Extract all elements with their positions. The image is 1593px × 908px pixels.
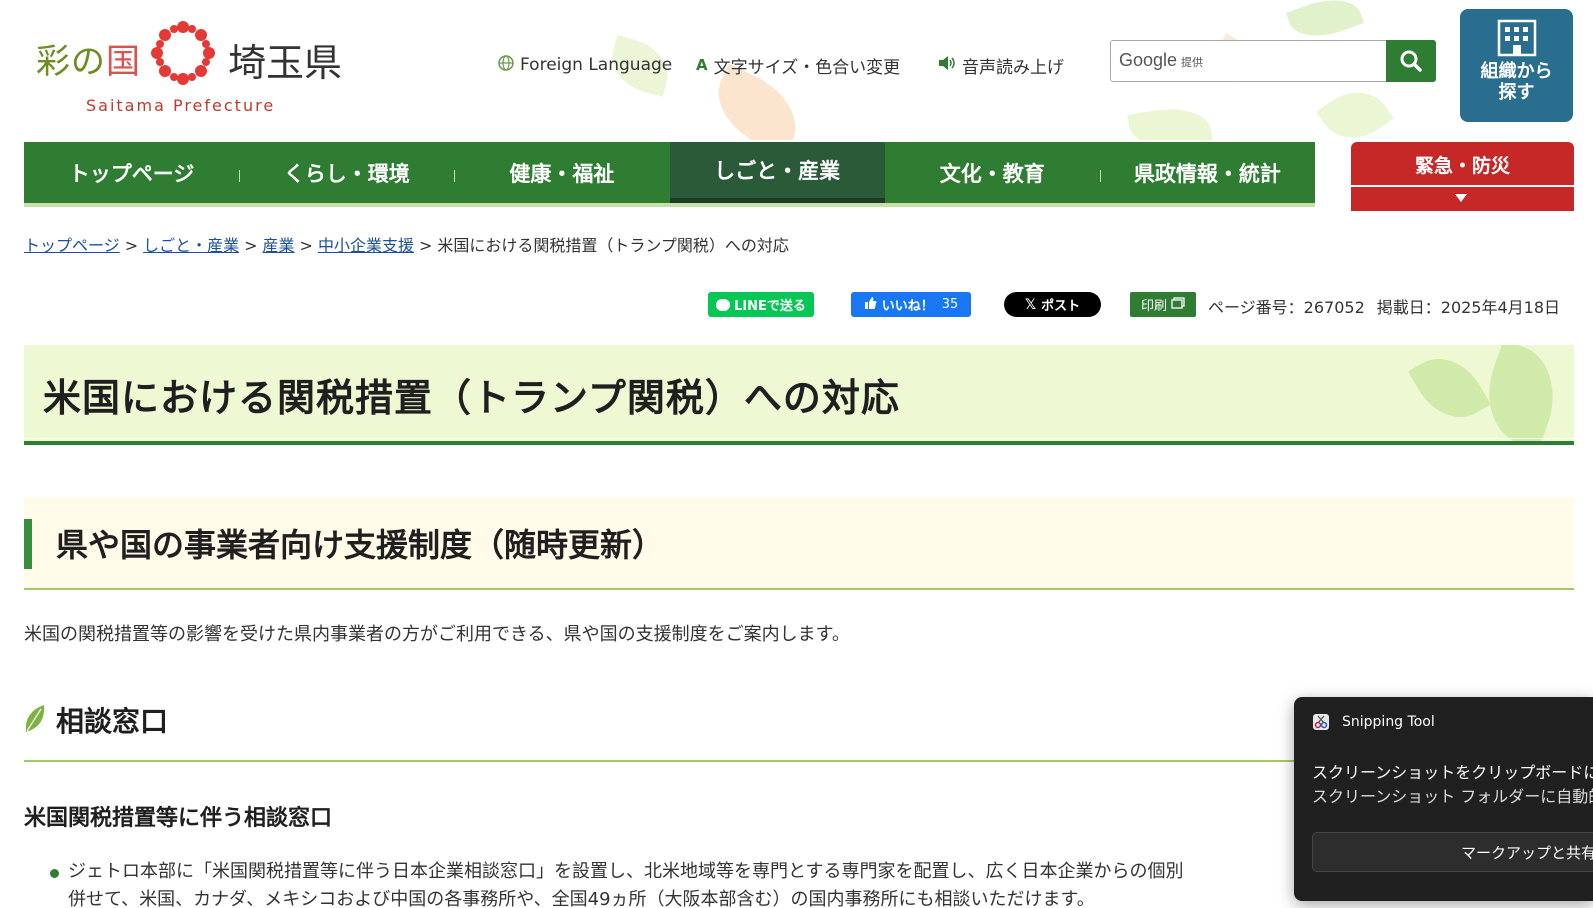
toast-app-header: Snipping Tool <box>1312 713 1435 731</box>
leaf-decoration <box>1408 345 1491 433</box>
nav-item-work[interactable]: しごと・産業 <box>669 142 885 203</box>
intro-text: 米国の関税措置等の影響を受けた県内事業者の方がご利用できる、県や国の支援制度をご… <box>24 624 850 645</box>
search-input[interactable] <box>1111 41 1387 81</box>
leaf-decoration <box>1316 77 1394 140</box>
breadcrumb-link-top[interactable]: トップページ <box>24 236 120 255</box>
site-logo[interactable]: 彩の国 埼玉県 Saitama Prefecture <box>36 18 356 118</box>
facebook-like-button[interactable]: いいね！ 35 <box>851 292 971 317</box>
emergency-disaster-button[interactable]: 緊急・防災 <box>1351 142 1574 211</box>
breadcrumb-link-industry[interactable]: 産業 <box>263 236 295 255</box>
foreign-language-label: Foreign Language <box>520 55 673 75</box>
foreign-language-link[interactable]: Foreign Language <box>498 50 672 80</box>
speaker-icon <box>938 56 956 74</box>
org-button-label: 組織から <box>1480 61 1553 82</box>
globe-icon <box>498 55 514 75</box>
snipping-tool-notification[interactable]: Snipping Tool スクリーンショットをクリップボードにコピーしました … <box>1294 697 1593 901</box>
logo-english: Saitama Prefecture <box>86 96 276 115</box>
section-heading: 県や国の事業者向け支援制度（随時更新） <box>24 498 1574 590</box>
subsection-title: 相談窓口 <box>56 705 169 738</box>
search-button[interactable] <box>1386 40 1436 82</box>
font-color-change-label: 文字サイズ・色合い変更 <box>713 57 901 78</box>
x-logo-icon: 𝕏 <box>1024 296 1037 313</box>
toast-message-secondary: スクリーンショット フォルダーに自動的に保存されました <box>1312 787 1593 806</box>
print-window-icon <box>1171 296 1185 313</box>
divider <box>1351 185 1574 187</box>
print-button[interactable]: 印刷 <box>1130 292 1196 317</box>
font-color-change-link[interactable]: A 文字サイズ・色合い変更 <box>696 50 900 80</box>
heading-bar <box>24 519 32 569</box>
logo-text: 彩の国 <box>36 42 141 82</box>
published-date: 掲載日：2025年4月18日 <box>1376 298 1561 317</box>
bullet-dot <box>50 869 59 878</box>
section-title: 県や国の事業者向け支援制度（随時更新） <box>56 526 665 564</box>
page-number: ページ番号：267052 <box>1208 298 1365 317</box>
site-search: Google 提供 <box>1110 40 1436 82</box>
nav-item-top[interactable]: トップページ <box>24 142 239 203</box>
building-icon <box>1497 19 1536 57</box>
leaf-icon <box>25 705 45 732</box>
breadcrumb: トップページ > しごと・産業 > 産業 > 中小企業支援 > 米国における関税措置（トランプ関… <box>24 236 789 255</box>
x-post-button[interactable]: 𝕏 ポスト <box>1004 292 1101 317</box>
consultation-heading: 米国関税措置等に伴う相談窓口 <box>24 806 333 831</box>
leaf-decoration <box>1472 345 1570 441</box>
search-by-organization-button[interactable]: 組織から 探す <box>1460 9 1573 122</box>
prefecture-emblem-icon <box>151 21 215 85</box>
page-title: 米国における関税措置（トランプ関税）への対応 <box>43 376 900 420</box>
font-size-icon: A <box>696 56 708 74</box>
nav-item-living[interactable]: くらし・環境 <box>239 142 454 203</box>
snipping-tool-icon <box>1313 714 1329 730</box>
toast-message: スクリーンショットをクリップボードにコピーしました <box>1312 763 1593 782</box>
site-header: 彩の国 埼玉県 Saitama Prefecture Foreign Langu… <box>0 0 1593 140</box>
breadcrumb-link-sme-support[interactable]: 中小企業支援 <box>318 236 414 255</box>
thumbs-up-icon <box>864 296 877 313</box>
voice-readout-label: 音声読み上げ <box>962 57 1064 78</box>
page-meta: ページ番号：267052 掲載日：2025年4月18日 <box>1208 294 1560 318</box>
global-navigation: トップページ くらし・環境 健康・福祉 しごと・産業 文化・教育 県政情報・統計 <box>24 142 1315 207</box>
search-icon <box>1400 50 1422 72</box>
page-title-box: 米国における関税措置（トランプ関税）への対応 <box>24 345 1574 445</box>
nav-item-government[interactable]: 県政情報・統計 <box>1099 142 1315 203</box>
nav-item-culture[interactable]: 文化・教育 <box>885 142 1100 203</box>
nav-item-health[interactable]: 健康・福祉 <box>454 142 669 203</box>
chevron-down-icon <box>1455 194 1467 202</box>
line-share-button[interactable]: LINEで送る <box>708 292 814 317</box>
logo-prefecture-name: 埼玉県 <box>228 41 343 85</box>
line-icon <box>716 298 731 311</box>
voice-readout-link[interactable]: 音声読み上げ <box>938 50 1064 80</box>
emergency-label: 緊急・防災 <box>1414 155 1510 177</box>
markup-share-button[interactable]: マークアップと共有 <box>1312 832 1593 872</box>
breadcrumb-link-work[interactable]: しごと・産業 <box>143 236 239 255</box>
org-button-label: 探す <box>1498 82 1535 103</box>
leaf-decoration <box>1127 101 1213 140</box>
breadcrumb-current: 米国における関税措置（トランプ関税）への対応 <box>437 236 789 255</box>
